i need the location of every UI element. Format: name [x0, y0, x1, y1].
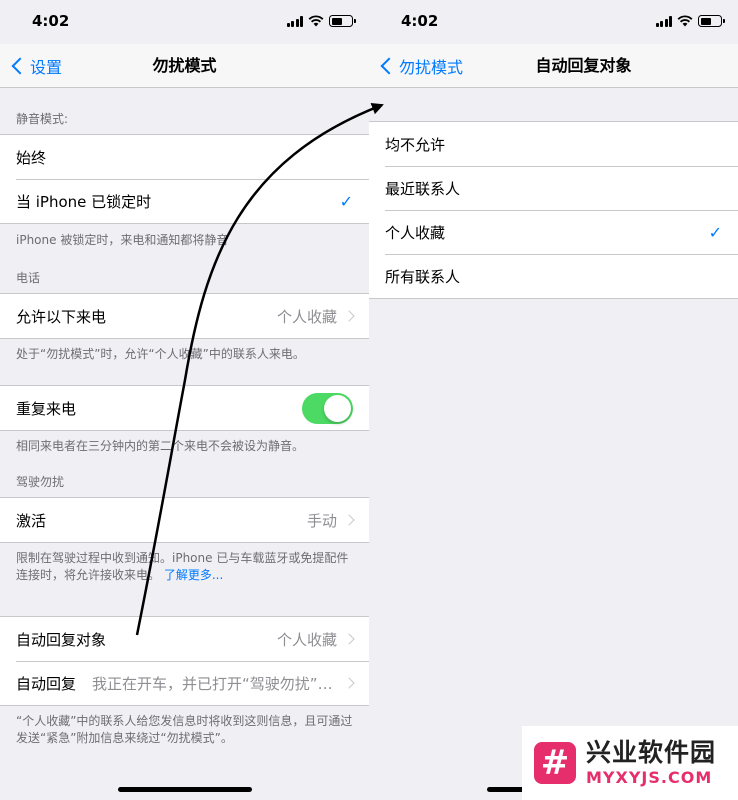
checkmark-icon: ✓	[339, 191, 353, 211]
learn-more-link[interactable]: 了解更多...	[164, 568, 223, 582]
option-recents-cell[interactable]: 最近联系人	[369, 166, 738, 210]
chevron-left-icon	[11, 57, 29, 75]
repeat-group: 重复来电	[0, 385, 369, 431]
back-label: 勿扰模式	[399, 58, 464, 77]
section-footer-phone: 处于“勿扰模式”时，允许“个人收藏”中的联系人来电。	[16, 347, 305, 361]
auto-reply-group: 自动回复对象 个人收藏 自动回复 我正在开车，并已打开“驾驶勿扰”。我看到此信息…	[0, 616, 369, 706]
driving-group: 激活 手动	[0, 497, 369, 543]
section-footer-auto-reply: “个人收藏”中的联系人给您发信息时将收到这则信息，且可通过发送“紧急”附加信息来…	[16, 714, 353, 745]
battery-icon	[698, 15, 725, 27]
chevron-right-icon	[343, 633, 355, 645]
section-footer-silence: iPhone 被锁定时，来电和通知都将静音	[16, 233, 229, 247]
silence-locked-cell[interactable]: 当 iPhone 已锁定时 ✓	[0, 179, 369, 223]
repeat-calls-toggle[interactable]	[302, 392, 353, 424]
back-button[interactable]: 勿扰模式	[377, 44, 463, 88]
watermark-text: 兴业软件园 MYXYJS.COM	[586, 738, 716, 788]
watermark-url: MYXYJS.COM	[586, 768, 713, 787]
cellular-signal-icon	[655, 15, 672, 27]
status-time: 4:02	[32, 12, 70, 30]
status-time: 4:02	[401, 12, 439, 30]
right-screen: 4:02 勿扰模式 自动回复对象 均不允许 最近联系人 个人收藏 ✓ 所有联系人	[369, 0, 738, 800]
watermark-title: 兴业软件园	[586, 738, 717, 767]
section-footer-repeat: 相同来电者在三分钟内的第二个来电不会被设为静音。	[16, 439, 305, 453]
status-bar: 4:02	[0, 0, 369, 44]
option-none-cell[interactable]: 均不允许	[369, 122, 738, 166]
cell-label: 个人收藏	[385, 223, 446, 242]
option-favorites-cell[interactable]: 个人收藏 ✓	[369, 210, 738, 254]
cell-label: 自动回复对象	[16, 630, 107, 649]
wifi-icon	[308, 15, 324, 27]
auto-reply-options-group: 均不允许 最近联系人 个人收藏 ✓ 所有联系人	[369, 121, 738, 299]
navigation-bar: 勿扰模式 自动回复对象	[369, 44, 738, 88]
cell-label: 最近联系人	[385, 179, 461, 198]
cell-label: 重复来电	[16, 399, 77, 418]
section-header-driving: 驾驶勿扰	[16, 475, 65, 489]
chevron-left-icon	[380, 57, 398, 75]
cellular-signal-icon	[286, 15, 303, 27]
cell-label: 允许以下来电	[16, 307, 107, 326]
phone-group: 允许以下来电 个人收藏	[0, 293, 369, 339]
auto-reply-cell[interactable]: 自动回复 我正在开车，并已打开“驾驶勿扰”。我看到此信息时会回复您。	[0, 661, 369, 705]
cell-value: 手动	[306, 511, 337, 530]
navigation-bar: 设置 勿扰模式	[0, 44, 369, 88]
option-all-contacts-cell[interactable]: 所有联系人	[369, 254, 738, 298]
chevron-right-icon	[343, 310, 355, 322]
activate-cell[interactable]: 激活 手动	[0, 498, 369, 542]
status-icons	[655, 15, 725, 27]
cell-label: 自动回复	[16, 674, 77, 693]
options-list: 均不允许 最近联系人 个人收藏 ✓ 所有联系人	[369, 88, 738, 299]
toggle-knob	[324, 394, 351, 422]
cell-value: 个人收藏	[276, 307, 337, 326]
cell-label: 始终	[16, 148, 47, 167]
cell-label: 所有联系人	[385, 267, 461, 286]
back-button[interactable]: 设置	[8, 44, 62, 88]
section-header-phone: 电话	[16, 271, 41, 285]
repeat-calls-cell: 重复来电	[0, 386, 369, 430]
cell-label: 激活	[16, 511, 47, 530]
cell-label: 当 iPhone 已锁定时	[16, 192, 152, 211]
status-icons	[286, 15, 356, 27]
checkmark-icon: ✓	[708, 222, 722, 242]
silence-always-cell[interactable]: 始终	[0, 135, 369, 179]
cell-label: 均不允许	[385, 135, 446, 154]
back-label: 设置	[30, 58, 63, 77]
section-header-silence: 静音模式:	[16, 112, 69, 126]
left-screen: 4:02 设置 勿扰模式 静音模式: 始终 当 iPhone 已锁定时 ✓ iP…	[0, 0, 369, 800]
cell-value: 我正在开车，并已打开“驾驶勿扰”。我看到此信息时会回复您。	[92, 674, 337, 693]
section-footer-driving: 限制在驾驶过程中收到通知。iPhone 已与车载蓝牙或免提配件连接时，将允许接收…	[0, 543, 369, 584]
chevron-right-icon	[343, 514, 355, 526]
allow-calls-cell[interactable]: 允许以下来电 个人收藏	[0, 294, 369, 338]
auto-reply-to-cell[interactable]: 自动回复对象 个人收藏	[0, 617, 369, 661]
home-indicator[interactable]	[117, 787, 252, 792]
wifi-icon	[677, 15, 693, 27]
chevron-right-icon	[343, 677, 355, 689]
settings-list: 静音模式: 始终 当 iPhone 已锁定时 ✓ iPhone 被锁定时，来电和…	[0, 88, 369, 747]
watermark-logo: # 兴业软件园 MYXYJS.COM	[522, 726, 738, 800]
watermark-hash-icon: #	[534, 742, 576, 784]
silence-group: 始终 当 iPhone 已锁定时 ✓	[0, 134, 369, 224]
status-bar: 4:02	[369, 0, 738, 44]
battery-icon	[329, 15, 356, 27]
cell-value: 个人收藏	[276, 630, 337, 649]
